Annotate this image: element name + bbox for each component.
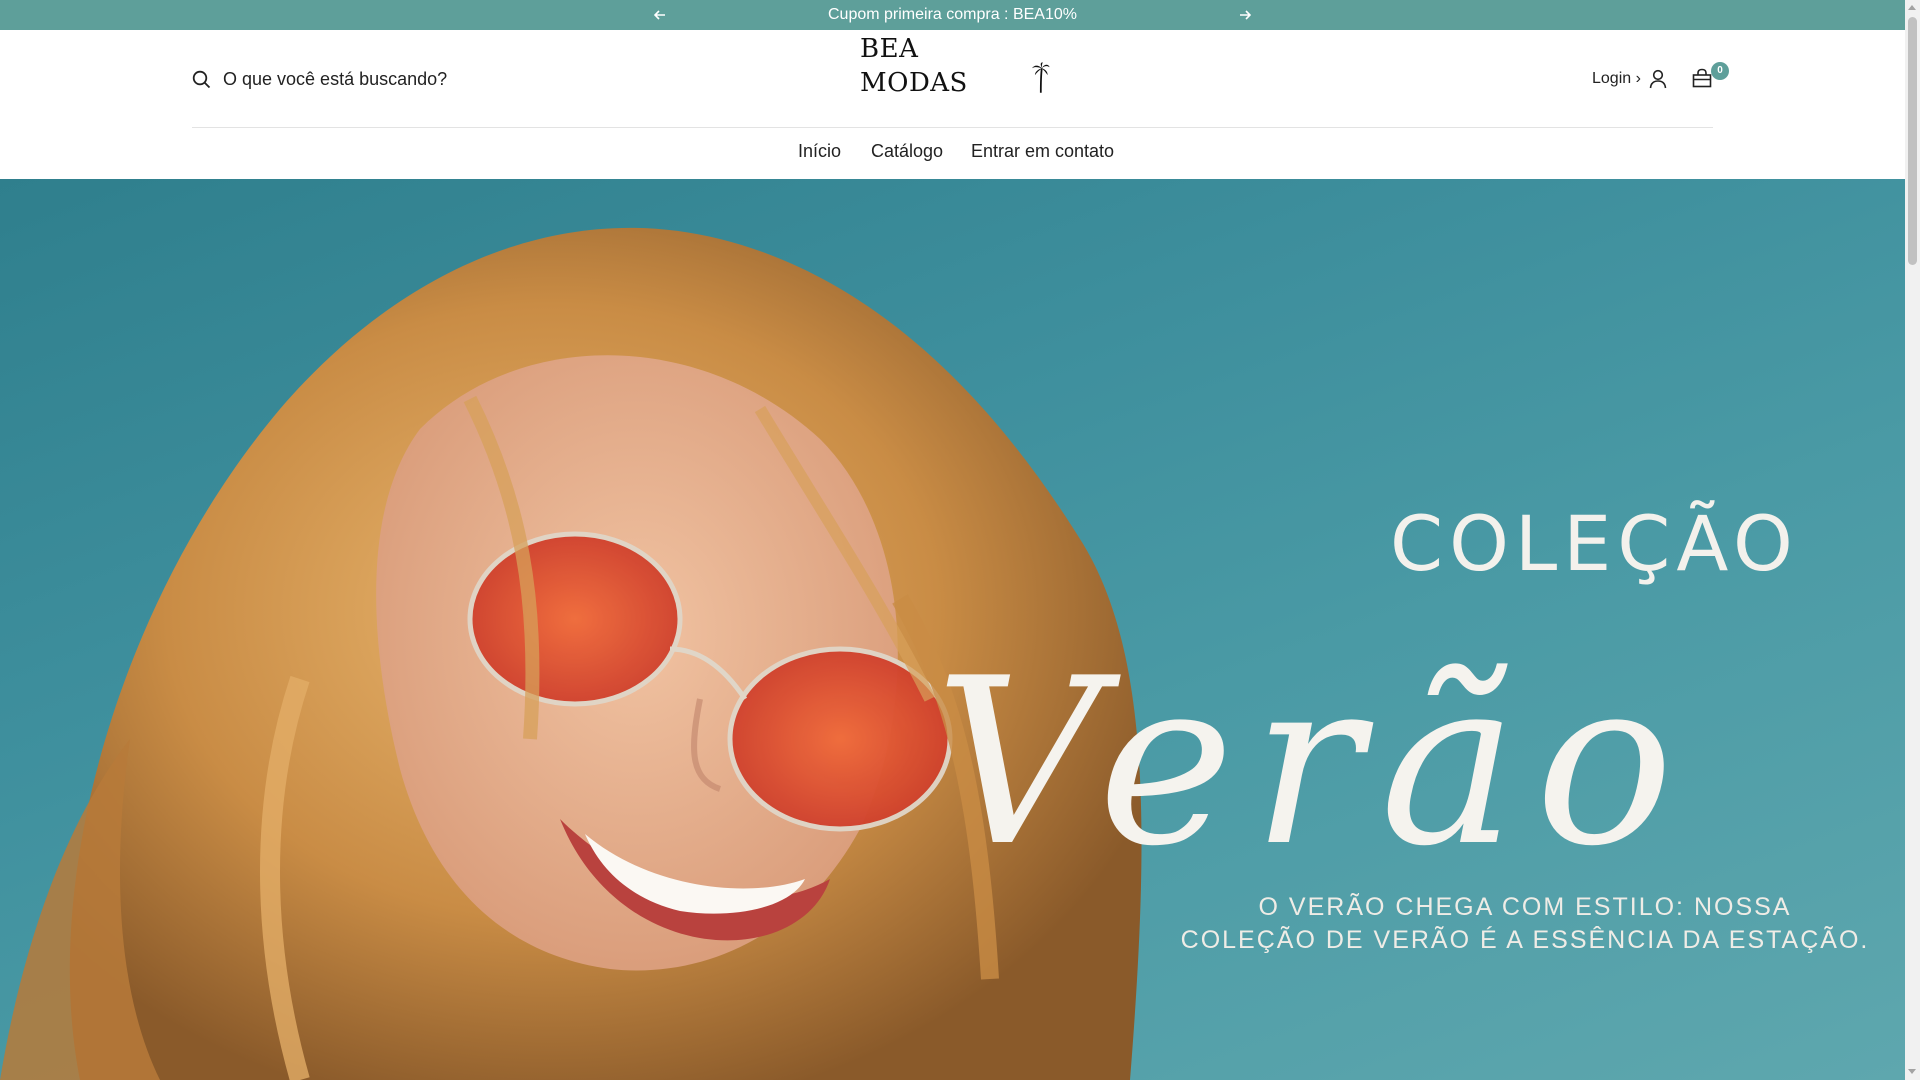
login-link[interactable]: Login › [1592,70,1641,88]
announcement-next-button[interactable] [1236,6,1254,24]
hero-tagline-line-2: COLEÇÃO DE VERÃO É A ESSÊNCIA DA ESTAÇÃO… [1180,926,1870,954]
search-placeholder: O que você está buscando? [223,68,448,89]
page-scrollbar[interactable] [1905,0,1920,1080]
nav-item-catalogo[interactable]: Catálogo [871,141,943,162]
hero-tagline: O VERÃO CHEGA COM ESTILO: NOSSA COLEÇÃO … [1150,891,1900,957]
nav-item-contato[interactable]: Entrar em contato [971,141,1114,162]
header-divider [192,127,1713,128]
palm-tree-icon [1032,62,1050,93]
user-icon[interactable] [1649,69,1667,89]
hero-script-title: Verão [935,630,1692,897]
scroll-down-arrow-icon[interactable] [1908,1069,1916,1074]
store-logo[interactable]: BEA MODAS [860,34,1050,100]
shopping-bag-icon[interactable] [1692,68,1712,88]
arrow-left-icon [654,10,665,20]
scrollbar-thumb[interactable] [1908,17,1917,265]
hero-tagline-line-1: O VERÃO CHEGA COM ESTILO: NOSSA [1258,893,1792,921]
announcement-prev-button[interactable] [651,6,669,24]
hero-title: COLEÇÃO [1390,499,1799,588]
hero-banner[interactable]: COLEÇÃO Verão O VERÃO CHEGA COM ESTILO: … [0,179,1905,1080]
main-nav: Início Catálogo Entrar em contato [0,141,1905,165]
arrow-right-icon [1240,10,1251,20]
page: Cupom primeira compra : BEA10% O que voc… [0,0,1905,1080]
nav-item-inicio[interactable]: Início [798,141,841,162]
search-icon [192,70,211,88]
cart-count-badge: 0 [1711,62,1729,80]
announcement-message: Cupom primeira compra : BEA10% [828,6,1077,23]
logo-text: BEA MODAS [860,34,968,98]
announcement-bar: Cupom primeira compra : BEA10% [0,0,1905,30]
scroll-up-arrow-icon[interactable] [1908,5,1916,10]
search-input[interactable]: O que você está buscando? [192,66,522,92]
